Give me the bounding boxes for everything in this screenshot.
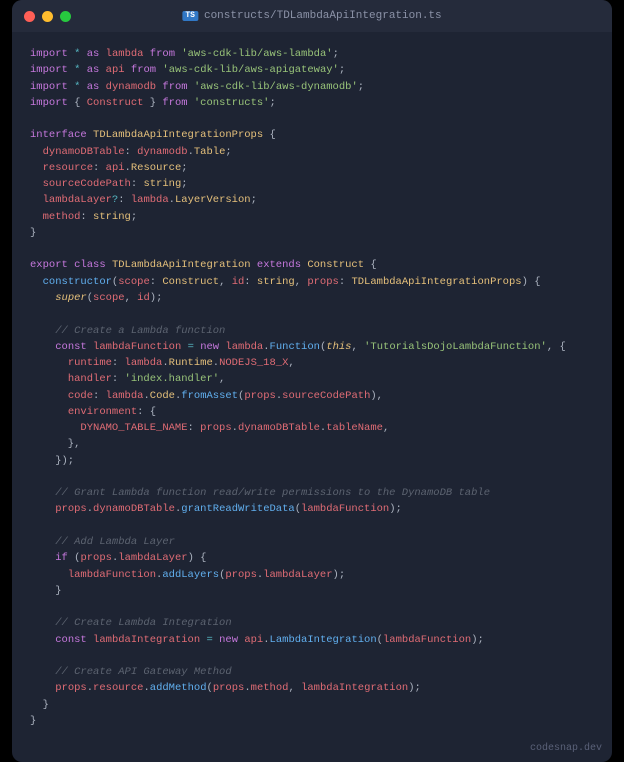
code-line <box>30 518 594 534</box>
code-line: props.resource.addMethod(props.method, l… <box>30 680 594 696</box>
code-line: method: string; <box>30 209 594 225</box>
code-line <box>30 306 594 322</box>
zoom-icon[interactable] <box>60 11 71 22</box>
typescript-icon: TS <box>182 11 198 21</box>
code-line: } <box>30 225 594 241</box>
code-line: handler: 'index.handler', <box>30 371 594 387</box>
code-line: code: lambda.Code.fromAsset(props.source… <box>30 388 594 404</box>
code-line: runtime: lambda.Runtime.NODEJS_18_X, <box>30 355 594 371</box>
code-line: } <box>30 713 594 729</box>
code-window: TS constructs/TDLambdaApiIntegration.ts … <box>12 0 612 762</box>
watermark: codesnap.dev <box>12 739 612 762</box>
code-line: // Add Lambda Layer <box>30 534 594 550</box>
minimize-icon[interactable] <box>42 11 53 22</box>
code-line: environment: { <box>30 404 594 420</box>
code-line: // Create a Lambda function <box>30 323 594 339</box>
code-line: import * as lambda from 'aws-cdk-lib/aws… <box>30 46 594 62</box>
code-line: }); <box>30 453 594 469</box>
code-line: dynamoDBTable: dynamodb.Table; <box>30 144 594 160</box>
code-line: import * as dynamodb from 'aws-cdk-lib/a… <box>30 79 594 95</box>
code-line: }, <box>30 436 594 452</box>
traffic-lights <box>24 11 71 22</box>
code-line: lambdaFunction.addLayers(props.lambdaLay… <box>30 567 594 583</box>
close-icon[interactable] <box>24 11 35 22</box>
code-line: import * as api from 'aws-cdk-lib/aws-ap… <box>30 62 594 78</box>
code-line: import { Construct } from 'constructs'; <box>30 95 594 111</box>
code-line: resource: api.Resource; <box>30 160 594 176</box>
code-line: constructor(scope: Construct, id: string… <box>30 274 594 290</box>
code-line <box>30 599 594 615</box>
code-line: const lambdaFunction = new lambda.Functi… <box>30 339 594 355</box>
code-line: interface TDLambdaApiIntegrationProps { <box>30 127 594 143</box>
code-line: sourceCodePath: string; <box>30 176 594 192</box>
code-line: props.dynamoDBTable.grantReadWriteData(l… <box>30 501 594 517</box>
code-line: } <box>30 697 594 713</box>
code-line <box>30 111 594 127</box>
code-line: // Grant Lambda function read/write perm… <box>30 485 594 501</box>
code-line <box>30 241 594 257</box>
titlebar: TS constructs/TDLambdaApiIntegration.ts <box>12 0 612 32</box>
code-line: const lambdaIntegration = new api.Lambda… <box>30 632 594 648</box>
code-editor[interactable]: import * as lambda from 'aws-cdk-lib/aws… <box>12 32 612 739</box>
code-line: super(scope, id); <box>30 290 594 306</box>
filename-label: constructs/TDLambdaApiIntegration.ts <box>204 10 442 22</box>
code-line: lambdaLayer?: lambda.LayerVersion; <box>30 192 594 208</box>
code-line: if (props.lambdaLayer) { <box>30 550 594 566</box>
code-line: export class TDLambdaApiIntegration exte… <box>30 257 594 273</box>
code-line: // Create Lambda Integration <box>30 615 594 631</box>
code-line: // Create API Gateway Method <box>30 664 594 680</box>
code-line <box>30 469 594 485</box>
code-line <box>30 648 594 664</box>
code-line: DYNAMO_TABLE_NAME: props.dynamoDBTable.t… <box>30 420 594 436</box>
window-title: TS constructs/TDLambdaApiIntegration.ts <box>182 10 441 22</box>
code-line: } <box>30 583 594 599</box>
